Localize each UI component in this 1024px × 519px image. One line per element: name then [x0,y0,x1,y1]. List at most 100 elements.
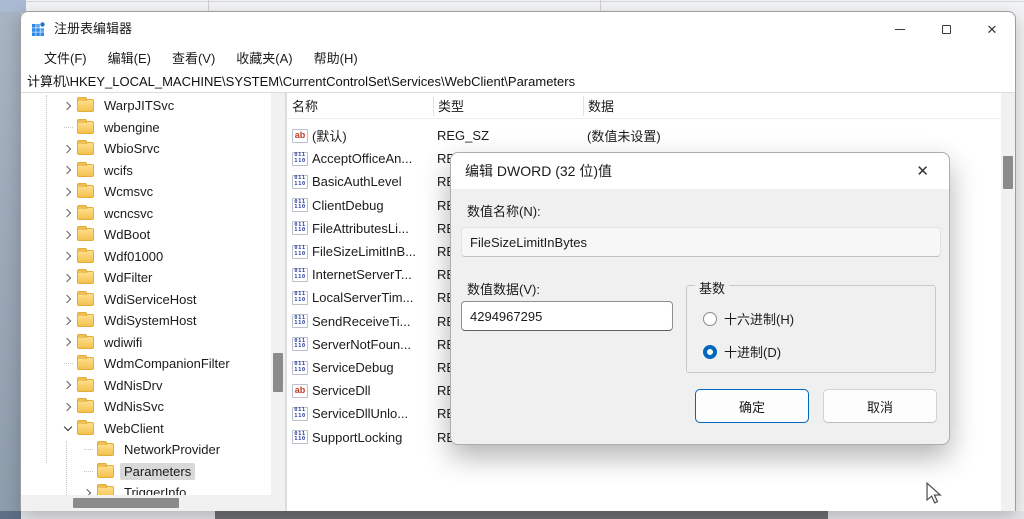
value-name-cell: ab(默认) [287,126,433,145]
menu-item-view[interactable]: 查看(V) [172,48,215,67]
column-separator[interactable] [583,96,584,116]
tree-item-wdmcompanionfilter[interactable]: WdmCompanionFilter [21,353,285,375]
column-header-type[interactable]: 类型 [433,96,583,115]
chevron-glyph [63,166,71,174]
tree-vertical-scrollbar[interactable] [271,93,285,495]
chevron-right-icon[interactable] [59,333,77,351]
value-name-cell: abServiceDll [287,383,433,398]
menu-item-file[interactable]: 文件(F) [44,48,87,67]
menu-item-favorites[interactable]: 收藏夹(A) [236,48,292,67]
minimize-button[interactable] [877,12,923,46]
value-data-field[interactable]: 4294967295 [461,301,673,331]
cancel-button[interactable]: 取消 [823,389,937,423]
tree-item-wdisystemhost[interactable]: WdiSystemHost [21,310,285,332]
column-header-data[interactable]: 数据 [583,96,1001,115]
value-name-cell: 011110ServerNotFoun... [287,337,433,352]
value-name-text: (默认) [308,126,347,145]
menu-item-edit[interactable]: 编辑(E) [108,48,151,67]
tree-item-wdnissvc[interactable]: WdNisSvc [21,396,285,418]
value-name-text: ServiceDllUnlo... [308,406,408,421]
reg-dword-icon: 011110 [292,314,308,328]
chevron-right-icon[interactable] [59,97,77,115]
dialog-title: 编辑 DWORD (32 位)值 [465,161,910,181]
ok-button[interactable]: 确定 [695,389,809,423]
radio-option-dec[interactable]: 十进制(D) [703,342,781,361]
tree-item-wcifs[interactable]: wcifs [21,160,285,182]
dword-bits: 110 [294,228,305,234]
chevron-glyph [63,188,71,196]
radio-selected-icon[interactable] [703,345,717,359]
tree-item-wbiosrvc[interactable]: WbioSrvc [21,138,285,160]
close-button[interactable]: ✕ [969,12,1015,46]
tree-item-wdboot[interactable]: WdBoot [21,224,285,246]
chevron-right-icon[interactable] [59,376,77,394]
window-title: 注册表编辑器 [54,12,132,46]
dotted-stub [84,471,93,472]
chevron-right-icon[interactable] [59,290,77,308]
tree-item-wcncsvc[interactable]: wcncsvc [21,203,285,225]
tree-item-label: Wdf01000 [100,248,167,265]
column-separator[interactable] [433,96,434,116]
reg-dword-icon: 011110 [292,175,308,189]
chevron-right-icon[interactable] [59,183,77,201]
value-row[interactable]: ab(默认)REG_SZ(数值未设置) [287,124,1001,147]
tree-item-wdiservicehost[interactable]: WdiServiceHost [21,289,285,311]
tree-item-wbengine[interactable]: wbengine [21,117,285,139]
value-name-cell: 011110FileAttributesLi... [287,221,433,236]
string-glyph: ab [295,131,306,140]
chevron-right-icon[interactable] [59,140,77,158]
radio-label: 十六进制(H) [724,309,794,328]
tree-item-wdfilter[interactable]: WdFilter [21,267,285,289]
chevron-right-icon[interactable] [59,247,77,265]
tree-item-networkprovider[interactable]: NetworkProvider [21,439,285,461]
radio-unselected-icon[interactable] [703,312,717,326]
chevron-right-icon[interactable] [59,312,77,330]
folder-icon [77,142,94,155]
tree-connector [59,355,77,373]
dialog-close-icon[interactable]: ✕ [910,160,935,182]
chevron-right-icon[interactable] [79,484,97,495]
reg-dword-icon: 011110 [292,245,308,259]
address-bar[interactable]: 计算机\HKEY_LOCAL_MACHINE\SYSTEM\CurrentCon… [21,68,1015,93]
chevron-glyph [63,209,71,217]
folder-icon [97,465,114,478]
tree-item-wdf01000[interactable]: Wdf01000 [21,246,285,268]
tree-item-label: NetworkProvider [120,441,224,458]
tree-item-warpjitsvc[interactable]: WarpJITSvc [21,95,285,117]
list-vertical-scrollbar[interactable] [1001,93,1015,511]
chevron-right-icon[interactable] [59,226,77,244]
tree-rows: WarpJITSvcwbengineWbioSrvcwcifsWcmsvc wcn… [21,93,285,495]
column-header-name[interactable]: 名称 [287,96,433,115]
value-name-field[interactable]: FileSizeLimitInBytes [461,227,941,257]
dialog-title-bar: 编辑 DWORD (32 位)值 ✕ [451,153,949,189]
menu-item-help[interactable]: 帮助(H) [314,48,358,67]
title-bar: 注册表编辑器 ✕ [21,12,1015,46]
tree-item-label: Wcmsvc [100,183,157,200]
chevron-right-icon[interactable] [59,204,77,222]
folder-icon [77,314,94,327]
folder-icon [97,486,114,495]
tree-horizontal-scrollbar-thumb[interactable] [73,498,179,508]
tree-item-parameters[interactable]: Parameters [21,461,285,483]
list-vertical-scrollbar-thumb[interactable] [1003,156,1013,189]
chevron-right-icon[interactable] [59,161,77,179]
reg-string-icon: ab [292,384,308,398]
tree-item-triggerinfo[interactable]: TriggerInfo [21,482,285,495]
tree-item-wdiwifi[interactable]: wdiwifi [21,332,285,354]
folder-icon [77,121,94,134]
tree-horizontal-scrollbar[interactable] [21,495,271,511]
chevron-glyph [63,317,71,325]
tree-item-webclient[interactable]: WebClient [21,418,285,440]
tree-item-wdnisdrv[interactable]: WdNisDrv [21,375,285,397]
maximize-button[interactable] [923,12,969,46]
value-name-cell: 011110ServiceDllUnlo... [287,406,433,421]
chevron-right-icon[interactable] [59,398,77,416]
chevron-right-icon[interactable] [59,269,77,287]
tree-item-wcmsvc[interactable]: Wcmsvc [21,181,285,203]
chevron-down-icon[interactable] [59,419,77,437]
radio-option-hex[interactable]: 十六进制(H) [703,309,794,328]
tree-vertical-scrollbar-thumb[interactable] [273,353,283,392]
value-name-text: SendReceiveTi... [308,314,411,329]
background-window-edge [26,1,1024,2]
folder-icon [77,207,94,220]
